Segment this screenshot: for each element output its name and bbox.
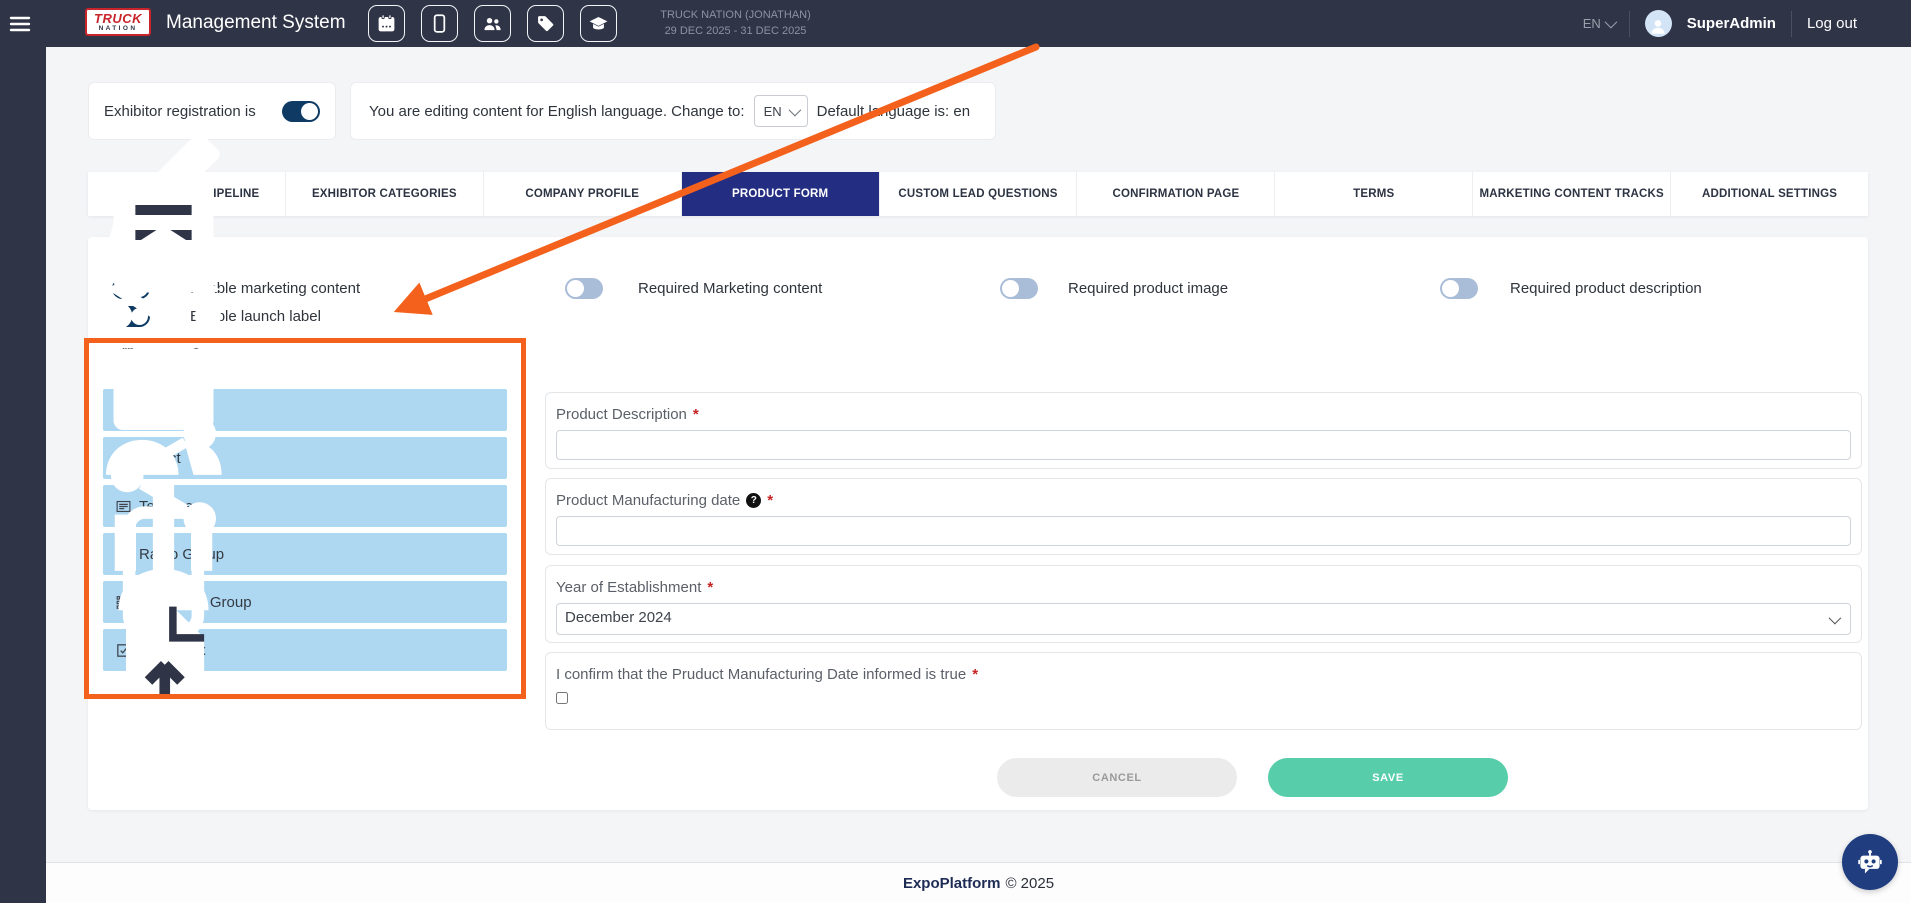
field-year-of-establishment: Year of Establishment* December 2024 [545, 565, 1862, 643]
required-product-description-label: Required product description [1510, 278, 1702, 299]
product-form-panel: Enable marketing content Enable launch l… [88, 237, 1868, 810]
required-asterisk: * [707, 579, 713, 596]
field-label: I confirm that the Pruduct Manufacturing… [556, 666, 1851, 683]
tab-marketing-content-tracks[interactable]: MARKETING CONTENT TRACKS [1473, 172, 1671, 216]
required-product-image-label: Required product image [1068, 278, 1228, 299]
team-icon[interactable] [14, 353, 33, 372]
default-language-text: Default language is: en [817, 103, 970, 120]
divider [1629, 11, 1630, 37]
attendees-icon[interactable] [474, 5, 511, 42]
divider [1791, 11, 1792, 37]
user-name[interactable]: SuperAdmin [1687, 15, 1776, 32]
logo-line1: TRUCK [94, 12, 142, 25]
share-icon[interactable] [14, 401, 33, 420]
attendees-icon[interactable] [14, 257, 33, 276]
tab-additional-settings[interactable]: ADDITIONAL SETTINGS [1671, 172, 1868, 216]
required-marketing-content-toggle[interactable] [565, 278, 603, 299]
language-editing-text: You are editing content for English lang… [369, 103, 745, 120]
file-import-icon[interactable] [14, 591, 33, 610]
event-name: TRUCK NATION (JONATHAN) [628, 8, 843, 24]
logo-line2: NATION [99, 25, 138, 33]
management-system-app: TRUCK NATION Management System TRUCK NAT… [0, 0, 1911, 903]
chatbot-button[interactable] [1842, 834, 1898, 890]
required-marketing-content-label: Required Marketing content [638, 278, 822, 299]
footer-copyright: © 2025 [1005, 875, 1054, 892]
tag-icon[interactable] [527, 5, 564, 42]
hamburger-menu-icon[interactable] [8, 12, 32, 36]
cancel-button[interactable]: CANCEL [997, 758, 1237, 797]
logout-button[interactable]: Log out [1807, 15, 1857, 32]
content-language-select[interactable]: EN [754, 95, 808, 127]
tab-confirmation-page[interactable]: CONFIRMATION PAGE [1077, 172, 1275, 216]
language-editing-card: You are editing content for English lang… [350, 82, 996, 140]
required-product-description-toggle[interactable] [1440, 278, 1478, 299]
field-label: Product Manufacturing date ? * [556, 492, 1851, 509]
current-event-info[interactable]: TRUCK NATION (JONATHAN) 29 DEC 2025 - 31… [628, 8, 843, 40]
top-navbar: TRUCK NATION Management System TRUCK NAT… [0, 0, 1911, 47]
language-dropdown[interactable]: EN [1583, 16, 1614, 31]
content-language-value: EN [764, 104, 782, 119]
field-confirm-manufacturing-date: I confirm that the Pruduct Manufacturing… [545, 652, 1862, 730]
categories-icon[interactable] [14, 208, 33, 227]
calendar-icon[interactable] [368, 5, 405, 42]
registration-tabs: REGISTRATION PIPELINE EXHIBITOR CATEGORI… [88, 172, 1868, 216]
required-product-image-toggle[interactable] [1000, 278, 1038, 299]
chevron-down-icon [1829, 612, 1842, 625]
analytics-icon[interactable] [14, 449, 33, 468]
tab-company-profile[interactable]: COMPANY PROFILE [484, 172, 682, 216]
chevron-down-icon [788, 103, 801, 116]
robot-icon [1854, 846, 1886, 878]
language-value: EN [1583, 16, 1601, 31]
chevron-down-icon [1604, 16, 1617, 29]
app-title: Management System [166, 12, 346, 34]
mobile-app-icon[interactable] [14, 497, 33, 516]
education-icon[interactable] [580, 5, 617, 42]
briefcase-icon[interactable] [14, 305, 33, 324]
product-description-input[interactable] [556, 430, 1851, 460]
mobile-icon[interactable] [421, 5, 458, 42]
field-product-manufacturing-date: Product Manufacturing date ? * [545, 478, 1862, 555]
confirm-checkbox[interactable] [556, 692, 568, 704]
required-asterisk: * [972, 666, 978, 683]
event-dates: 29 DEC 2025 - 31 DEC 2025 [628, 24, 843, 40]
required-asterisk: * [693, 406, 699, 423]
product-manufacturing-date-input[interactable] [556, 516, 1851, 546]
field-label: Year of Establishment* [556, 579, 1851, 596]
save-button[interactable]: SAVE [1268, 758, 1508, 797]
field-label: Product Description* [556, 406, 1851, 423]
tab-custom-lead-questions[interactable]: CUSTOM LEAD QUESTIONS [880, 172, 1078, 216]
footer: ExpoPlatform © 2025 [46, 862, 1911, 903]
tab-terms[interactable]: TERMS [1275, 172, 1473, 216]
registration-form-icon[interactable] [14, 160, 33, 179]
help-icon[interactable]: ? [746, 493, 761, 508]
stand-icon[interactable] [14, 544, 33, 563]
edit-icon[interactable] [14, 113, 33, 132]
field-product-description: Product Description* [545, 392, 1862, 469]
avatar[interactable] [1645, 10, 1672, 37]
footer-brand: ExpoPlatform [903, 875, 1001, 892]
navbar-right-group: EN SuperAdmin Log out [1583, 0, 1857, 47]
tab-product-form[interactable]: PRODUCT FORM [682, 172, 880, 216]
required-asterisk: * [767, 492, 773, 509]
year-of-establishment-select[interactable]: December 2024 [556, 603, 1851, 635]
tab-exhibitor-categories[interactable]: EXHIBITOR CATEGORIES [286, 172, 484, 216]
year-of-establishment-value: December 2024 [565, 609, 672, 626]
truck-nation-logo[interactable]: TRUCK NATION [85, 8, 151, 36]
left-sidebar [0, 47, 46, 903]
